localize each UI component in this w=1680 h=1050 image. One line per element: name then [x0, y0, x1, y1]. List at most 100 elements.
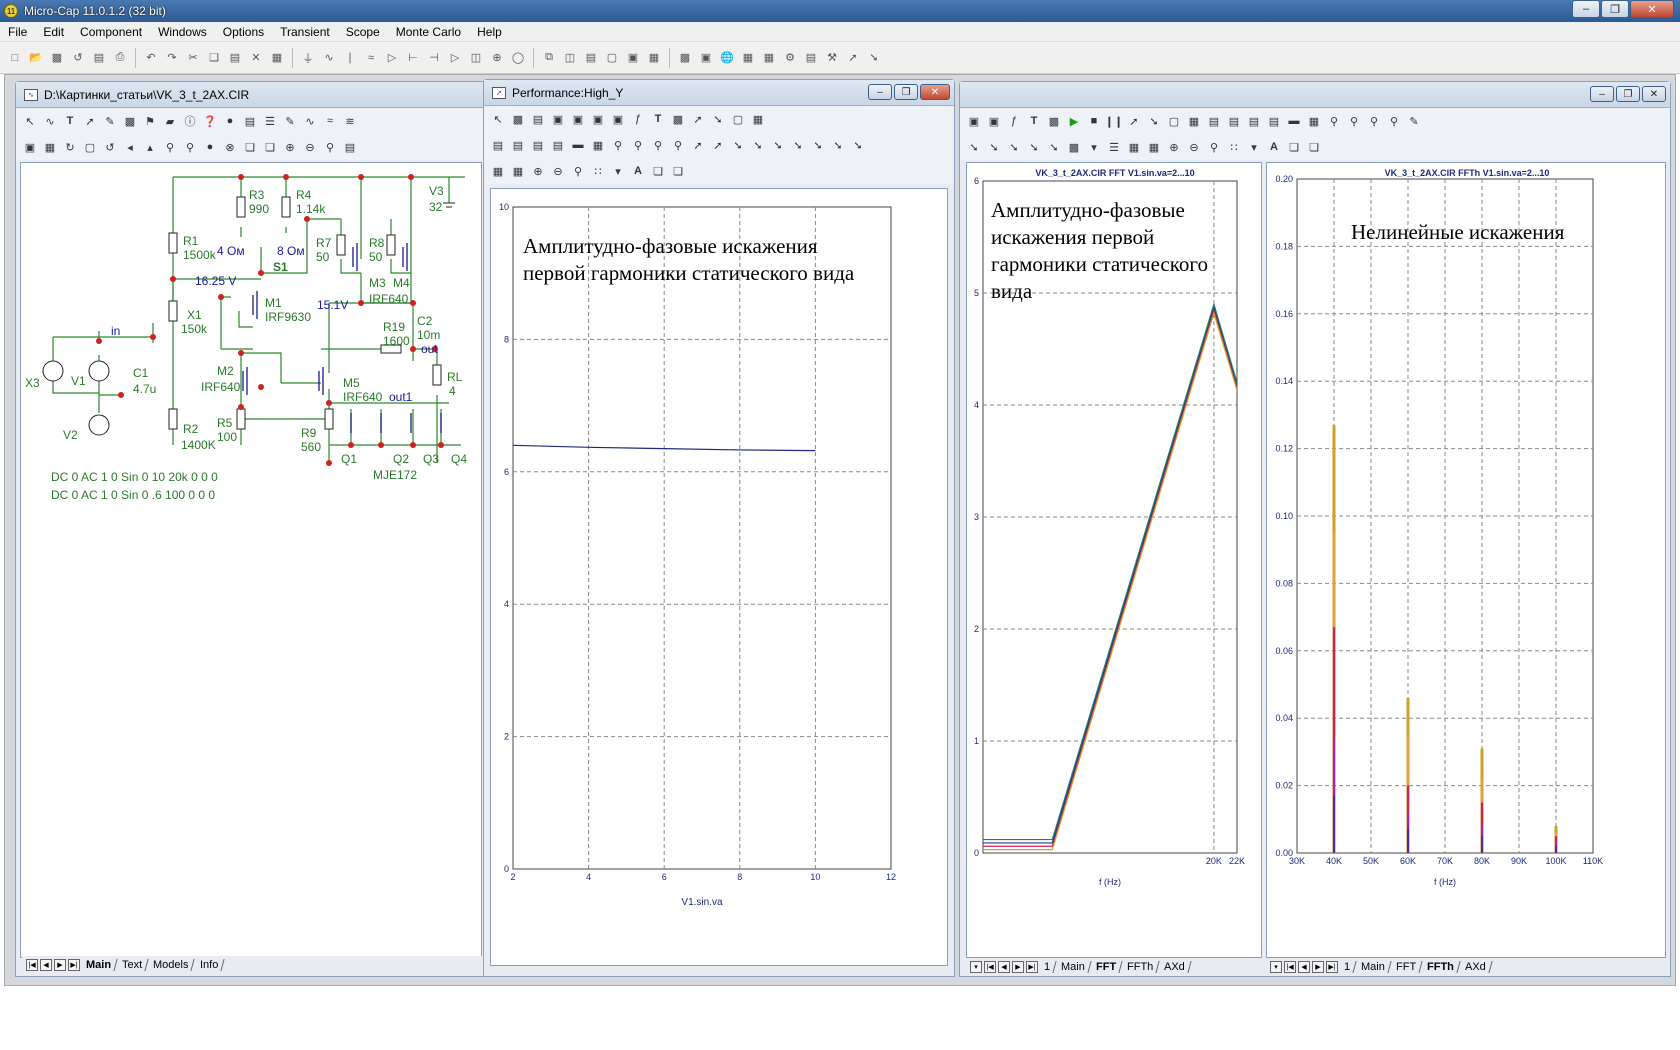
- window-icon[interactable]: ▢: [603, 49, 621, 67]
- valley-icon[interactable]: ⚲: [1346, 113, 1362, 129]
- layout-2-icon[interactable]: ▤: [1226, 113, 1242, 129]
- battery-icon[interactable]: ◫: [467, 49, 485, 67]
- flip-y-icon[interactable]: ▴: [142, 139, 158, 155]
- shape-2-icon[interactable]: ▣: [986, 113, 1002, 129]
- capacitor-icon[interactable]: ∣: [341, 49, 359, 67]
- cursor-2-icon[interactable]: ➘: [986, 139, 1002, 155]
- print-icon[interactable]: ⎙: [111, 49, 129, 67]
- edit-icon[interactable]: ✎: [282, 113, 298, 129]
- grid-snap-icon[interactable]: ▦: [42, 139, 58, 155]
- tab-axd[interactable]: AXd: [1459, 961, 1493, 973]
- plot-icon[interactable]: ➚: [844, 49, 862, 67]
- source-icon[interactable]: ⊕: [488, 49, 506, 67]
- plot-2-icon[interactable]: ➘: [865, 49, 883, 67]
- delete-icon[interactable]: ✕: [247, 49, 265, 67]
- last-page-button[interactable]: ▶|: [1326, 961, 1338, 973]
- properties-icon[interactable]: ✎: [1406, 113, 1422, 129]
- tag-2-icon[interactable]: ▩: [1066, 139, 1082, 155]
- text-tool-icon[interactable]: T: [650, 111, 666, 127]
- globe-icon[interactable]: 🌐: [718, 49, 736, 67]
- layout-icon[interactable]: ▤: [1206, 113, 1222, 129]
- scale-icon[interactable]: ▦: [490, 163, 506, 179]
- lines-icon[interactable]: ☰: [262, 113, 278, 129]
- minimize-button[interactable]: –: [1572, 0, 1600, 18]
- performance-plot-pane[interactable]: 2 4 6 8 10 12 0 2 4 6 8 10 V1.sin.va Амплитудно-фазо…: [490, 188, 948, 966]
- cursor-4-icon[interactable]: ➘: [790, 137, 806, 153]
- dropdown-arrow-icon[interactable]: ▾: [1270, 961, 1282, 973]
- cursor-5-icon[interactable]: ➘: [1046, 139, 1062, 155]
- high-icon[interactable]: ⚲: [1366, 113, 1382, 129]
- dropdown-arrow-icon[interactable]: ▾: [610, 163, 626, 179]
- performance-maximize-button[interactable]: ❐: [894, 84, 918, 100]
- tab-axd[interactable]: AXd: [1158, 961, 1192, 973]
- tab-models[interactable]: Models: [147, 959, 196, 971]
- dropdown-arrow-2-icon[interactable]: ▾: [1246, 139, 1262, 155]
- zoom-in-icon[interactable]: ⊕: [1166, 139, 1182, 155]
- next-page-button[interactable]: ▶: [54, 959, 66, 971]
- schematic-canvas[interactable]: R3 990 R4 1.14k V3 32 R1 1500k R7 50 R8 …: [20, 162, 482, 958]
- pause-icon[interactable]: ❙❙: [1105, 113, 1123, 129]
- performance-minimize-button[interactable]: –: [868, 84, 892, 100]
- fft-plot-pane[interactable]: VK_3_t_2AX.CIR FFT V1.sin.va=2...10 20K 2…: [966, 162, 1262, 958]
- print-preview-icon[interactable]: ▤: [90, 49, 108, 67]
- function-icon[interactable]: ƒ: [1006, 113, 1022, 129]
- stop-icon[interactable]: ⊗: [222, 139, 238, 155]
- paste-2-icon[interactable]: ❏: [262, 139, 278, 155]
- copy-2-icon[interactable]: ❏: [242, 139, 258, 155]
- grid-icon[interactable]: ▦: [590, 137, 606, 153]
- cursor-7-icon[interactable]: ➘: [850, 137, 866, 153]
- preferences-icon[interactable]: ⚙: [781, 49, 799, 67]
- frame-icon[interactable]: ▢: [1166, 113, 1182, 129]
- waveform-2-icon[interactable]: ≈: [322, 113, 338, 129]
- zoom-region-icon[interactable]: ⚲: [1206, 139, 1222, 155]
- redo-icon[interactable]: ↷: [163, 49, 181, 67]
- attribute-icon[interactable]: ▦: [739, 49, 757, 67]
- ground-icon[interactable]: ⏚: [299, 49, 317, 67]
- waveform-3-icon[interactable]: ≋: [342, 113, 358, 129]
- inflection-icon[interactable]: ➚: [710, 137, 726, 153]
- menu-scope[interactable]: Scope: [338, 25, 388, 39]
- scale-icon[interactable]: ▦: [1126, 139, 1142, 155]
- layout-2-icon[interactable]: ▤: [510, 137, 526, 153]
- last-page-button[interactable]: ▶|: [68, 959, 80, 971]
- eraser-icon[interactable]: ▰: [162, 113, 178, 129]
- cursor-5-icon[interactable]: ➘: [810, 137, 826, 153]
- first-page-button[interactable]: |◀: [984, 961, 996, 973]
- opamp-icon[interactable]: ▷: [446, 49, 464, 67]
- paste-icon[interactable]: ▤: [226, 49, 244, 67]
- function-icon[interactable]: ƒ: [630, 111, 646, 127]
- stop-icon[interactable]: ■: [1086, 113, 1102, 129]
- valley-icon[interactable]: ⚲: [630, 137, 646, 153]
- grid-icon[interactable]: ▦: [760, 49, 778, 67]
- menu-help[interactable]: Help: [469, 25, 510, 39]
- box-icon[interactable]: ▢: [82, 139, 98, 155]
- dropdown-arrow-icon[interactable]: ▾: [1086, 139, 1102, 155]
- diode-icon[interactable]: ▷: [383, 49, 401, 67]
- wire-icon[interactable]: ∿: [42, 113, 58, 129]
- tab-1[interactable]: 1: [1038, 961, 1057, 973]
- model-icon[interactable]: ▣: [697, 49, 715, 67]
- cascade-icon[interactable]: ⧉: [540, 49, 558, 67]
- zoom-out-icon[interactable]: ⊖: [1186, 139, 1202, 155]
- npn-icon[interactable]: ⊢: [404, 49, 422, 67]
- menu-file[interactable]: File: [0, 25, 35, 39]
- text-tool-icon[interactable]: T: [62, 113, 78, 129]
- shape-editor-icon[interactable]: ▤: [802, 49, 820, 67]
- save-icon[interactable]: ▩: [48, 49, 66, 67]
- schematic-titlebar[interactable]: ∿ D:\Картинки_статьи\VK_3_t_2AX.CIR: [16, 82, 486, 108]
- zoom-region-icon[interactable]: ⚲: [570, 163, 586, 179]
- tab-1[interactable]: 1: [1338, 961, 1357, 973]
- table-icon[interactable]: ▤: [242, 113, 258, 129]
- run-icon[interactable]: ●: [202, 139, 218, 155]
- zoom-fit-icon[interactable]: ▣: [22, 139, 38, 155]
- peak-icon[interactable]: ⚲: [610, 137, 626, 153]
- grid-dots-icon[interactable]: ∷: [1226, 139, 1242, 155]
- page-icon[interactable]: ▤: [342, 139, 358, 155]
- undo-icon[interactable]: ↶: [142, 49, 160, 67]
- rotate-2-icon[interactable]: ↺: [102, 139, 118, 155]
- tab-ffth[interactable]: FFTh: [1421, 961, 1461, 973]
- tag-icon[interactable]: ▩: [670, 111, 686, 127]
- hline-icon[interactable]: ▬: [570, 137, 586, 153]
- new-file-icon[interactable]: □: [6, 49, 24, 67]
- flip-x-icon[interactable]: ◂: [122, 139, 138, 155]
